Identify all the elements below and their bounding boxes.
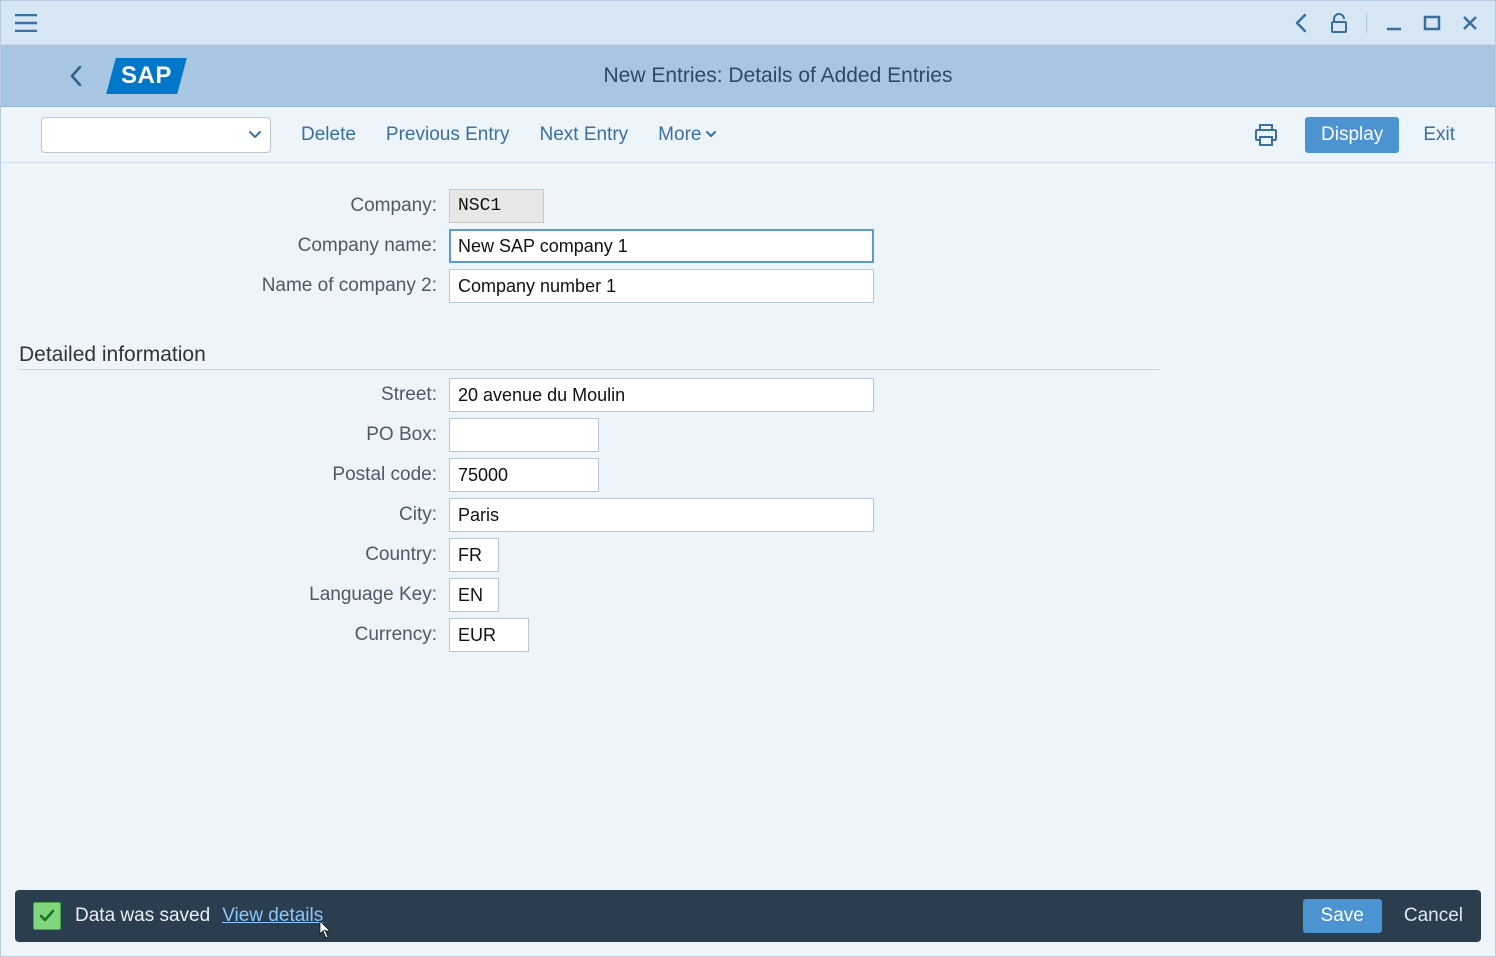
chevron-down-icon xyxy=(705,130,717,139)
system-titlebar xyxy=(1,1,1495,45)
next-entry-button[interactable]: Next Entry xyxy=(539,124,628,146)
pobox-label: PO Box: xyxy=(19,424,449,446)
page-header: SAP New Entries: Details of Added Entrie… xyxy=(1,45,1495,107)
country-label: Country: xyxy=(19,544,449,566)
language-field[interactable] xyxy=(449,578,499,612)
save-button[interactable]: Save xyxy=(1303,899,1382,933)
more-button[interactable]: More xyxy=(658,124,717,146)
pobox-field[interactable] xyxy=(449,418,599,452)
print-icon[interactable] xyxy=(1251,120,1281,150)
country-field[interactable] xyxy=(449,538,499,572)
sap-logo: SAP xyxy=(106,58,187,94)
delete-button[interactable]: Delete xyxy=(301,124,356,146)
display-button[interactable]: Display xyxy=(1305,117,1399,153)
company-name-field[interactable] xyxy=(449,229,874,263)
status-text: Data was saved xyxy=(75,905,210,927)
postal-field[interactable] xyxy=(449,458,599,492)
prev-session-icon[interactable] xyxy=(1286,8,1316,38)
street-field[interactable] xyxy=(449,378,874,412)
minimize-icon[interactable] xyxy=(1379,8,1409,38)
command-dropdown[interactable] xyxy=(41,117,271,153)
body: Company: Company name: Name of company 2… xyxy=(1,163,1495,890)
currency-field[interactable] xyxy=(449,618,529,652)
previous-entry-button[interactable]: Previous Entry xyxy=(386,124,510,146)
company-name2-label: Name of company 2: xyxy=(19,275,449,297)
company-name2-field[interactable] xyxy=(449,269,874,303)
cursor-icon xyxy=(315,920,333,942)
status-bar: Data was saved View details Save Cancel xyxy=(15,890,1481,942)
more-label: More xyxy=(658,124,701,146)
currency-label: Currency: xyxy=(19,624,449,646)
back-button[interactable] xyxy=(61,61,91,91)
success-icon xyxy=(33,902,61,930)
city-field[interactable] xyxy=(449,498,874,532)
page-title: New Entries: Details of Added Entries xyxy=(603,64,952,88)
company-field[interactable] xyxy=(449,189,544,223)
postal-label: Postal code: xyxy=(19,464,449,486)
close-icon[interactable] xyxy=(1455,8,1485,38)
street-label: Street: xyxy=(19,384,449,406)
maximize-icon[interactable] xyxy=(1417,8,1447,38)
company-name-label: Company name: xyxy=(19,235,449,257)
company-label: Company: xyxy=(19,195,449,217)
view-details-link[interactable]: View details xyxy=(222,905,323,927)
divider xyxy=(1366,13,1367,33)
section-title-detailed: Detailed information xyxy=(19,343,1159,370)
toolbar: Delete Previous Entry Next Entry More Di… xyxy=(1,107,1495,163)
chevron-down-icon xyxy=(248,130,262,140)
city-label: City: xyxy=(19,504,449,526)
cancel-button[interactable]: Cancel xyxy=(1404,905,1463,927)
menu-icon[interactable] xyxy=(11,8,41,38)
unlock-icon[interactable] xyxy=(1324,8,1354,38)
language-label: Language Key: xyxy=(19,584,449,606)
exit-button[interactable]: Exit xyxy=(1423,124,1455,146)
